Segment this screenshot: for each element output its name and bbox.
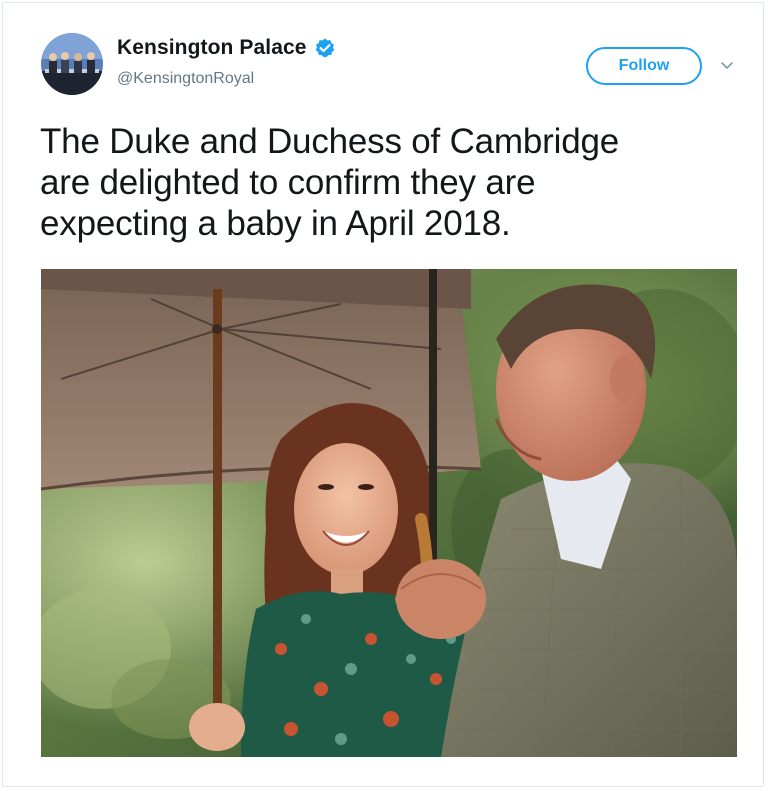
chevron-down-icon[interactable]	[719, 60, 735, 72]
follow-button[interactable]: Follow	[586, 47, 702, 85]
author-name-row[interactable]: Kensington Palace	[117, 36, 336, 60]
avatar[interactable]	[41, 33, 103, 95]
verified-badge-icon	[314, 37, 336, 59]
profile-photo	[41, 33, 103, 95]
photo-image	[41, 269, 737, 757]
display-name[interactable]: Kensington Palace	[117, 36, 307, 60]
tweet-text-line: are delighted to confirm they are	[40, 163, 536, 202]
tweet-photo[interactable]	[41, 269, 737, 757]
user-handle[interactable]: @KensingtonRoyal	[117, 70, 254, 88]
tweet-text-line: expecting a baby in April 2018.	[40, 204, 511, 243]
tweet-text: The Duke and Duchess of Cambridge are de…	[40, 121, 730, 244]
tweet-text-line: The Duke and Duchess of Cambridge	[40, 122, 619, 161]
tweet-card: Kensington Palace @KensingtonRoyal Follo…	[2, 2, 764, 787]
